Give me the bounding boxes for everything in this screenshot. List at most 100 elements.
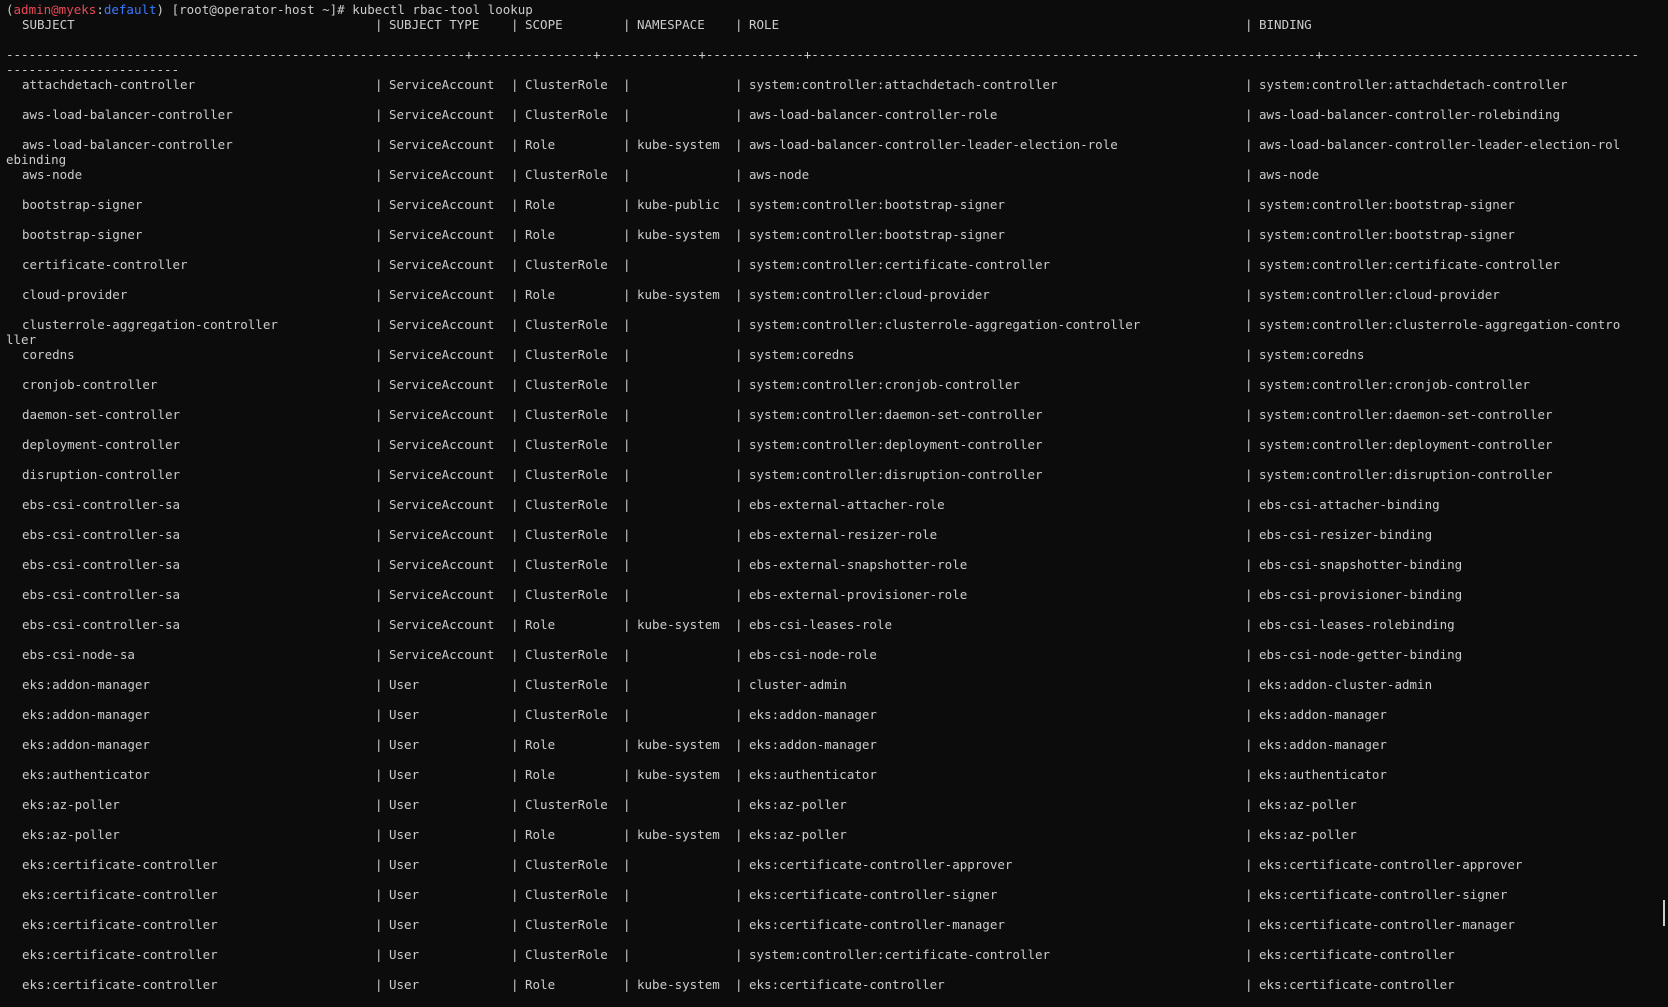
row-binding: eks:az-poller: [1259, 827, 1357, 842]
row-scope: Role: [525, 617, 556, 632]
column-divider: |: [375, 647, 383, 662]
row-subject-type: User: [389, 737, 420, 752]
column-divider: |: [375, 677, 383, 692]
column-divider: |: [511, 557, 519, 572]
column-divider: |: [1245, 107, 1253, 122]
row-subject-type: User: [389, 677, 420, 692]
row-subject: eks:addon-manager: [22, 737, 150, 752]
row-subject-type: User: [389, 947, 420, 962]
table-row: certificate-controller | ServiceAccount | Cl…: [6, 257, 1654, 287]
terminal-output[interactable]: (admin@myeks:default) [root@operator-hos…: [6, 2, 1654, 1007]
column-divider: |: [511, 527, 519, 542]
column-divider: |: [623, 857, 631, 872]
row-subject-type: User: [389, 707, 420, 722]
row-scope: ClusterRole: [525, 527, 608, 542]
row-subject: ebs-csi-controller-sa: [22, 527, 181, 542]
row-subject-type: User: [389, 767, 420, 782]
column-divider: |: [375, 227, 383, 242]
column-divider: |: [1245, 227, 1253, 242]
table-row: eks:az-poller | User | Role | kube-system | eks:…: [6, 827, 1654, 857]
row-role: system:controller:clusterrole-aggregatio…: [749, 317, 1141, 332]
column-divider: |: [623, 137, 631, 152]
column-divider: |: [375, 407, 383, 422]
table-row: aws-node | ServiceAccount | ClusterRole | | aws…: [6, 167, 1654, 197]
row-subject: bootstrap-signer: [22, 227, 143, 242]
row-subject: certificate-controller: [22, 257, 188, 272]
column-divider: |: [375, 437, 383, 452]
column-divider: |: [623, 107, 631, 122]
table-row: eks:authenticator | User | Role | kube-system |…: [6, 767, 1654, 797]
column-divider: |: [511, 77, 519, 92]
row-role: eks:certificate-controller-manager: [749, 917, 1005, 932]
row-namespace: kube-system: [637, 977, 720, 992]
row-subject-type: User: [389, 827, 420, 842]
row-subject-type: ServiceAccount: [389, 227, 495, 242]
column-divider: |: [1245, 527, 1253, 542]
column-divider: |: [375, 977, 383, 992]
row-binding: ebs-csi-leases-rolebinding: [1259, 617, 1455, 632]
table-row: ebs-csi-node-sa | ServiceAccount | ClusterRo…: [6, 647, 1654, 677]
row-subject: aws-load-balancer-controller: [22, 107, 233, 122]
row-scope: ClusterRole: [525, 407, 608, 422]
header-subject: SUBJECT: [22, 17, 75, 32]
column-divider: |: [375, 377, 383, 392]
column-divider: |: [375, 707, 383, 722]
header-subject-type: SUBJECT TYPE: [389, 17, 480, 32]
column-divider: |: [1245, 497, 1253, 512]
column-divider: |: [735, 167, 743, 182]
column-divider: |: [623, 407, 631, 422]
column-divider: |: [623, 257, 631, 272]
header-scope: SCOPE: [525, 17, 563, 32]
column-divider: |: [623, 167, 631, 182]
row-namespace: kube-public: [637, 197, 720, 212]
column-divider: |: [623, 437, 631, 452]
column-divider: |: [623, 707, 631, 722]
column-divider: |: [1245, 947, 1253, 962]
column-divider: |: [375, 587, 383, 602]
row-role: aws-node: [749, 167, 810, 182]
column-divider: |: [511, 407, 519, 422]
row-subject-type: ServiceAccount: [389, 557, 495, 572]
column-divider: |: [735, 137, 743, 152]
column-divider: |: [623, 647, 631, 662]
row-subject-type: ServiceAccount: [389, 437, 495, 452]
column-divider: |: [1245, 347, 1253, 362]
column-divider: |: [623, 197, 631, 212]
row-scope: Role: [525, 227, 556, 242]
column-divider: |: [735, 107, 743, 122]
column-divider: |: [735, 767, 743, 782]
row-scope: ClusterRole: [525, 497, 608, 512]
column-divider: |: [511, 587, 519, 602]
row-binding: system:controller:cloud-provider: [1259, 287, 1500, 302]
row-subject-type: ServiceAccount: [389, 467, 495, 482]
column-divider: |: [623, 497, 631, 512]
row-subject-type: ServiceAccount: [389, 77, 495, 92]
column-divider: |: [735, 467, 743, 482]
table-row: ebs-csi-controller-sa | ServiceAccount | Clu…: [6, 527, 1654, 557]
column-divider: |: [735, 647, 743, 662]
column-divider: |: [511, 617, 519, 632]
table-row: aws-load-balancer-controller | ServiceAcco…: [6, 137, 1654, 167]
column-divider: |: [375, 77, 383, 92]
column-divider: |: [735, 977, 743, 992]
column-divider: |: [1245, 707, 1253, 722]
column-divider: |: [1245, 677, 1253, 692]
header-role: ROLE: [749, 17, 780, 32]
column-divider: |: [511, 257, 519, 272]
row-namespace: kube-system: [637, 737, 720, 752]
column-divider: |: [623, 947, 631, 962]
column-divider: |: [1245, 377, 1253, 392]
row-binding: ebs-csi-provisioner-binding: [1259, 587, 1463, 602]
column-divider: |: [623, 917, 631, 932]
column-divider: |: [511, 377, 519, 392]
column-divider: |: [511, 707, 519, 722]
command-prompt-line: (admin@myeks:default) [root@operator-hos…: [6, 2, 1654, 17]
table-body: attachdetach-controller | ServiceAccount | C…: [6, 77, 1654, 1007]
row-binding: eks:certificate-controller-signer: [1259, 887, 1508, 902]
column-divider: |: [375, 107, 383, 122]
table-row: eks:certificate-controller | User | Role | kub…: [6, 977, 1654, 1007]
scrollbar-thumb[interactable]: [1663, 900, 1665, 926]
row-subject-type: ServiceAccount: [389, 347, 495, 362]
row-role: eks:addon-manager: [749, 737, 877, 752]
column-divider: |: [511, 467, 519, 482]
